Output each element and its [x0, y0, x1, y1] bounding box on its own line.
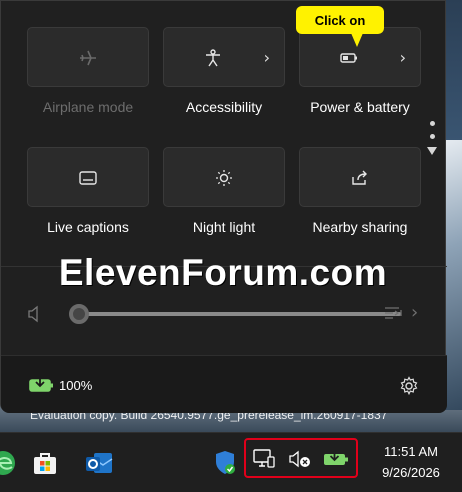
- windows-security-icon[interactable]: [210, 448, 240, 478]
- audio-output-icon[interactable]: [383, 303, 407, 327]
- brand-watermark: ElevenForum.com: [58, 252, 388, 293]
- taskbar: 11:51 AM 9/26/2026: [0, 432, 462, 492]
- accessibility-icon: [203, 48, 223, 68]
- night-light-icon: [214, 168, 234, 188]
- chevron-down-icon[interactable]: [427, 147, 437, 155]
- tile-nearby-sharing[interactable]: Nearby sharing: [299, 147, 421, 235]
- night-light-label: Night light: [192, 219, 256, 235]
- callout-pointer: [351, 33, 363, 47]
- night-light-button[interactable]: [163, 147, 285, 207]
- chevron-right-icon: ›: [399, 48, 406, 67]
- settings-gear-icon[interactable]: [399, 376, 419, 400]
- airplane-icon: [78, 48, 98, 68]
- tile-airplane-mode[interactable]: Airplane mode: [27, 27, 149, 115]
- battery-charging-icon[interactable]: [29, 376, 55, 398]
- quick-settings-footer: 100%: [1, 355, 447, 413]
- clock-date: 9/26/2026: [382, 465, 440, 480]
- tile-live-captions[interactable]: Live captions: [27, 147, 149, 235]
- accessibility-button[interactable]: ›: [163, 27, 285, 87]
- tile-accessibility[interactable]: › Accessibility: [163, 27, 285, 115]
- airplane-mode-label: Airplane mode: [42, 99, 134, 115]
- live-captions-button[interactable]: [27, 147, 149, 207]
- click-on-callout: Click on: [296, 6, 384, 34]
- tile-night-light[interactable]: Night light: [163, 147, 285, 235]
- volume-slider-track[interactable]: [79, 312, 401, 316]
- airplane-mode-button[interactable]: [27, 27, 149, 87]
- captions-icon: [78, 168, 98, 188]
- nearby-sharing-button[interactable]: [299, 147, 421, 207]
- network-icon[interactable]: [252, 448, 276, 474]
- system-tray-highlight: [244, 438, 358, 478]
- clock-time: 11:51 AM: [384, 444, 438, 459]
- live-captions-label: Live captions: [47, 219, 129, 235]
- speaker-icon[interactable]: [27, 305, 43, 327]
- outlook-icon[interactable]: [84, 448, 114, 478]
- volume-row: ›: [27, 299, 427, 329]
- battery-charging-icon[interactable]: [322, 449, 350, 473]
- edge-icon[interactable]: [0, 448, 18, 478]
- quick-settings-pager[interactable]: [425, 121, 439, 155]
- power-battery-label: Power & battery: [310, 99, 410, 115]
- battery-percentage[interactable]: 100%: [59, 378, 92, 393]
- chevron-right-icon[interactable]: ›: [411, 302, 418, 323]
- chevron-right-icon: ›: [263, 48, 270, 67]
- share-icon: [350, 168, 370, 188]
- volume-muted-icon[interactable]: [288, 449, 312, 473]
- quick-settings-flyout: Airplane mode › Accessibility › Power & …: [0, 0, 447, 413]
- nearby-sharing-label: Nearby sharing: [312, 219, 408, 235]
- taskbar-clock[interactable]: 11:51 AM 9/26/2026: [366, 441, 456, 483]
- pager-dot[interactable]: [429, 134, 435, 139]
- volume-slider-thumb[interactable]: [69, 304, 89, 324]
- pager-dot[interactable]: [429, 121, 435, 126]
- microsoft-store-icon[interactable]: [30, 448, 60, 478]
- accessibility-label: Accessibility: [185, 99, 263, 115]
- battery-icon: [339, 48, 359, 68]
